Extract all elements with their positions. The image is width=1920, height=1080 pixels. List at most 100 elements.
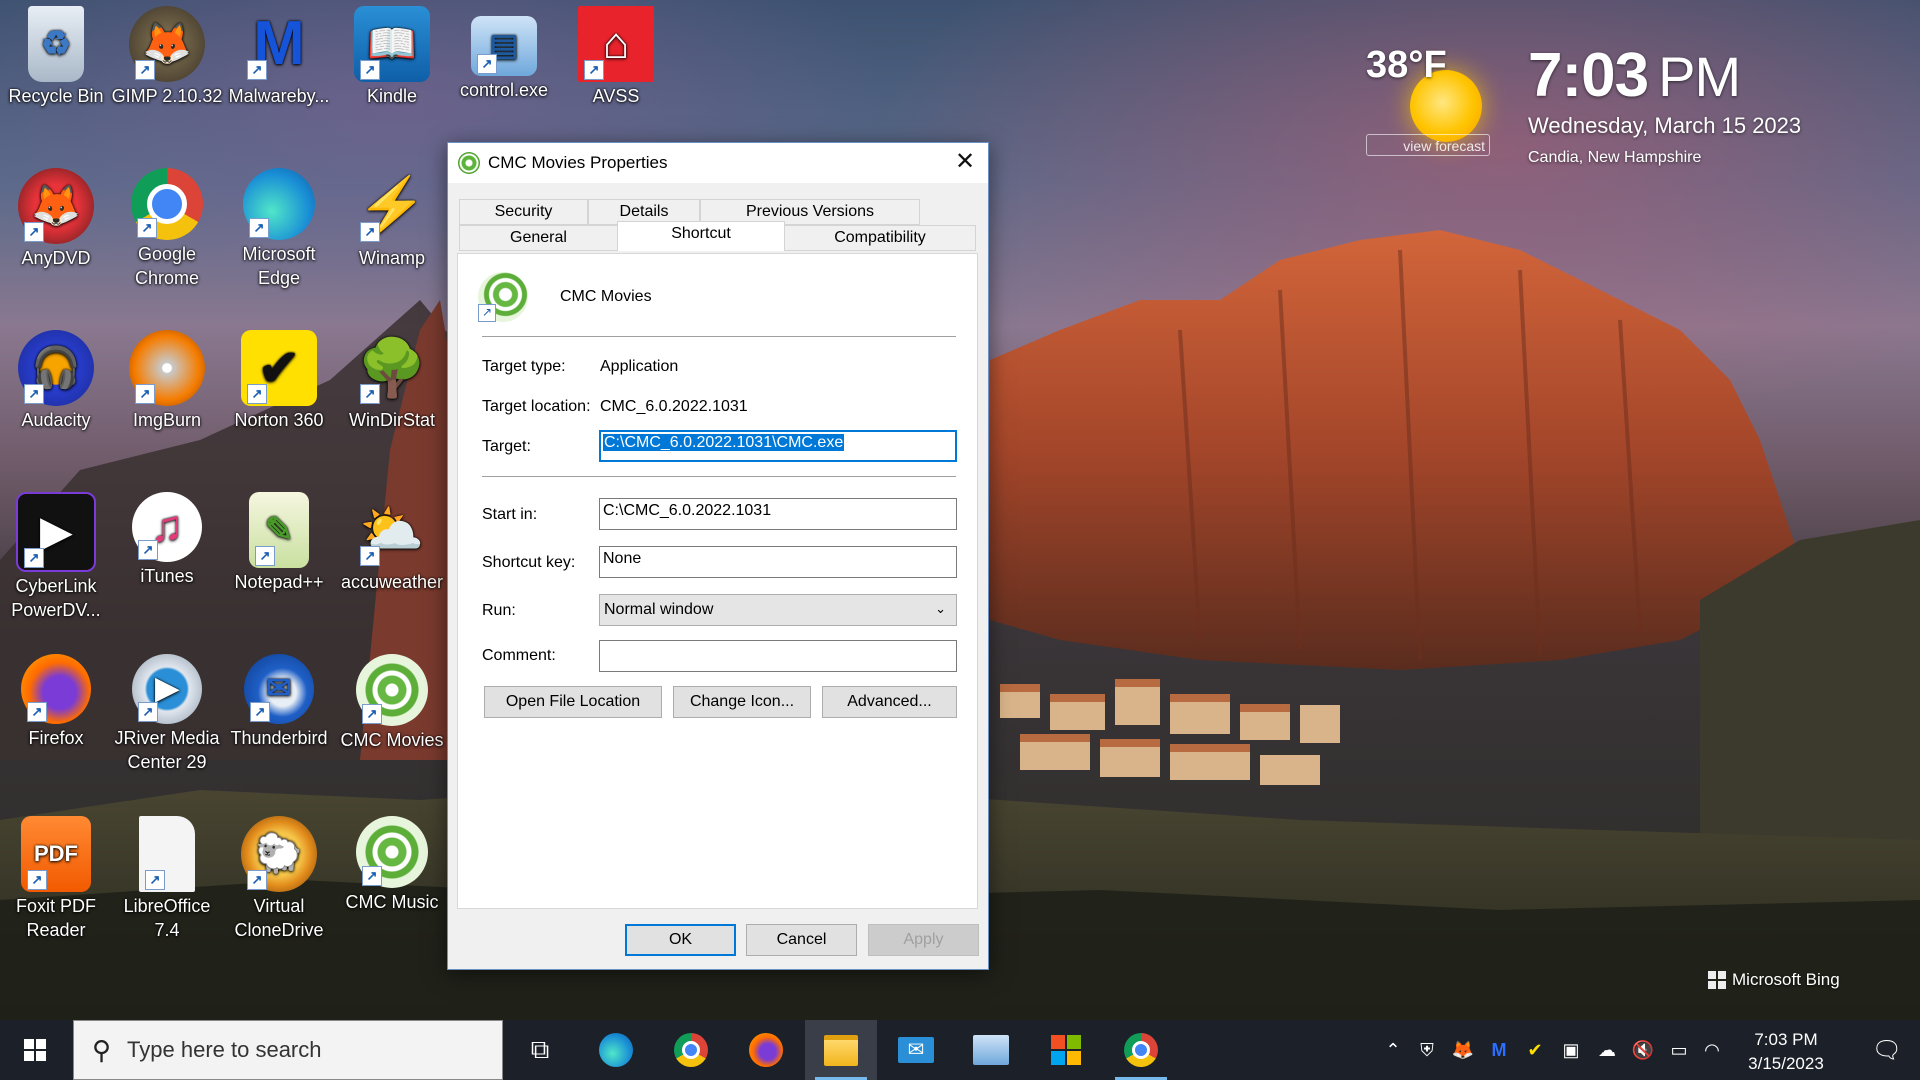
taskbar-control-panel[interactable]	[955, 1020, 1027, 1080]
run-label: Run:	[482, 602, 516, 619]
taskbar-clock[interactable]: 7:03 PM 3/15/2023	[1724, 1028, 1848, 1076]
taskbar-edge[interactable]	[580, 1020, 652, 1080]
shortcut-arrow-icon: ↗	[584, 60, 604, 80]
taskbar-file-explorer[interactable]	[805, 1020, 877, 1080]
start-button[interactable]	[0, 1020, 70, 1080]
tray-battery[interactable]: ▭	[1662, 1020, 1696, 1080]
desktop-icon-imgburn[interactable]: ↗ ImgBurn	[111, 330, 223, 432]
desktop-icon-kindle[interactable]: 📖 ↗ Kindle	[336, 6, 448, 108]
apply-button[interactable]: Apply	[868, 924, 979, 956]
weather-widget[interactable]: 38°F view forecast	[1360, 40, 1510, 160]
shortcut-arrow-icon: ↗	[247, 384, 267, 404]
ok-button[interactable]: OK	[625, 924, 736, 956]
bing-watermark-text: Microsoft Bing	[1732, 970, 1840, 989]
taskbar-task-view[interactable]: ⧉	[504, 1020, 576, 1080]
control-panel-icon	[973, 1035, 1009, 1065]
desktop-icon-norton-360[interactable]: ✔ ↗ Norton 360	[223, 330, 335, 432]
view-forecast-button[interactable]: view forecast	[1366, 134, 1490, 156]
desktop-icon-accuweather[interactable]: ⛅ ↗ accuweather	[336, 492, 448, 594]
chevron-down-icon: ⌄	[935, 601, 946, 616]
shortcut-key-field[interactable]: None	[599, 546, 957, 578]
close-button[interactable]: ✕	[942, 143, 988, 183]
show-hidden-icons-button[interactable]: ⌃	[1378, 1020, 1408, 1080]
search-icon: ⚲	[92, 1034, 112, 1065]
target-field-selection: C:\CMC_6.0.2022.1031\CMC.exe	[603, 434, 845, 451]
desktop-icon-anydvd[interactable]: 🦊 ↗ AnyDVD	[0, 168, 112, 270]
desktop-icon-gimp[interactable]: 🦊 ↗ GIMP 2.10.32	[111, 6, 223, 108]
shortcut-tab-panel: ↗ CMC Movies Target type: Application Ta…	[457, 253, 978, 909]
target-field[interactable]: C:\CMC_6.0.2022.1031\CMC.exe	[599, 430, 957, 462]
desktop-icon-control-exe[interactable]: ▤ ↗ control.exe	[448, 6, 560, 102]
task-view-icon: ⧉	[530, 1034, 550, 1064]
tab-general[interactable]: General	[459, 225, 618, 251]
clock-time: 7:03 PM	[1528, 40, 1801, 111]
open-file-location-button[interactable]: Open File Location	[484, 686, 662, 718]
clock-time-value: 7:03	[1528, 41, 1649, 110]
tray-volume[interactable]: 🔇	[1626, 1020, 1660, 1080]
desktop-icon-google-chrome[interactable]: ↗ Google Chrome	[111, 168, 223, 290]
desktop-icon-foxit-pdf-reader[interactable]: PDF ↗ Foxit PDF Reader	[0, 816, 112, 942]
taskbar-firefox[interactable]	[730, 1020, 802, 1080]
desktop-icon-itunes[interactable]: ♫ ↗ iTunes	[111, 492, 223, 588]
file-explorer-icon	[824, 1034, 858, 1066]
action-center-button[interactable]: 🗨	[1854, 1020, 1920, 1080]
taskbar-time: 7:03 PM	[1754, 1030, 1818, 1049]
run-dropdown[interactable]: Normal window ⌄	[599, 594, 957, 626]
cmc-movies-icon: ↗	[478, 272, 528, 322]
desktop-icon-avss[interactable]: ⌂ ↗ AVSS	[560, 6, 672, 108]
weather-temperature: 38°F	[1366, 44, 1447, 86]
shortcut-arrow-icon: ↗	[135, 60, 155, 80]
desktop-icon-cyberlink-powerdvd[interactable]: ▶ ↗ CyberLink PowerDV...	[0, 492, 112, 622]
shortcut-arrow-icon: ↗	[27, 702, 47, 722]
tray-anydvd[interactable]: 🦊	[1446, 1020, 1480, 1080]
shortcut-arrow-icon: ↗	[360, 546, 380, 566]
taskbar-chrome-running[interactable]	[1105, 1020, 1177, 1080]
desktop-icon-malwarebytes[interactable]: M ↗ Malwareby...	[223, 6, 335, 108]
desktop-icon-notepadpp[interactable]: ✎ ↗ Notepad++	[223, 492, 335, 594]
desktop-icon-thunderbird[interactable]: ✉ ↗ Thunderbird	[223, 654, 335, 750]
tab-security[interactable]: Security	[459, 199, 588, 225]
tray-malwarebytes[interactable]: M	[1482, 1020, 1516, 1080]
desktop-icon-recycle-bin[interactable]: ♻ Recycle Bin	[0, 6, 112, 108]
clonedrive-icon: 🐑 ↗	[241, 816, 317, 892]
desktop-icon-firefox[interactable]: ↗ Firefox	[0, 654, 112, 750]
desktop-icon-microsoft-edge[interactable]: ↗ Microsoft Edge	[223, 168, 335, 290]
desktop-icon-cmc-music[interactable]: ↗ CMC Music	[336, 816, 448, 914]
tray-norton[interactable]: ✔	[1518, 1020, 1552, 1080]
cancel-button[interactable]: Cancel	[746, 924, 857, 956]
tray-onedrive[interactable]: ☁	[1590, 1020, 1624, 1080]
taskbar-mail[interactable]: ✉	[880, 1020, 952, 1080]
shortcut-arrow-icon: ↗	[247, 870, 267, 890]
desktop-icon-windirstat[interactable]: 🌳 ↗ WinDirStat	[336, 330, 448, 432]
desktop-icon-audacity[interactable]: 🎧 ↗ Audacity	[0, 330, 112, 432]
desktop-icon-libreoffice[interactable]: ↗ LibreOffice 7.4	[111, 816, 223, 942]
advanced-button[interactable]: Advanced...	[822, 686, 957, 718]
norton-icon: ✔	[1527, 1039, 1543, 1060]
shortcut-arrow-icon: ↗	[362, 866, 382, 886]
dialog-titlebar[interactable]: CMC Movies Properties ✕	[448, 143, 988, 183]
tab-shortcut[interactable]: Shortcut	[617, 221, 785, 251]
edge-icon: ↗	[243, 168, 315, 240]
taskbar-store[interactable]	[1030, 1020, 1102, 1080]
cmc-movies-icon: ↗	[356, 654, 428, 726]
target-type-value: Application	[600, 358, 679, 375]
desktop-icon-virtual-clonedrive[interactable]: 🐑 ↗ Virtual CloneDrive	[223, 816, 335, 942]
taskbar-search-box[interactable]: ⚲ Type here to search	[73, 1020, 503, 1080]
divider	[482, 476, 956, 477]
wifi-icon: ◠	[1704, 1039, 1720, 1060]
desktop-icon-cmc-movies[interactable]: ↗ CMC Movies	[336, 654, 448, 752]
audacity-icon: 🎧 ↗	[18, 330, 94, 406]
control-panel-icon: ▤ ↗	[471, 16, 537, 76]
cmc-music-icon: ↗	[356, 816, 428, 888]
tray-meet-now[interactable]: ▣	[1554, 1020, 1588, 1080]
tray-security[interactable]: ⛨	[1410, 1020, 1444, 1080]
accuweather-icon: ⛅ ↗	[354, 492, 430, 568]
tray-wifi[interactable]: ◠	[1698, 1020, 1726, 1080]
start-in-field[interactable]: C:\CMC_6.0.2022.1031	[599, 498, 957, 530]
desktop-icon-jriver-media-center[interactable]: ▶ ↗ JRiver Media Center 29	[111, 654, 223, 774]
tab-compatibility[interactable]: Compatibility	[784, 225, 976, 251]
change-icon-button[interactable]: Change Icon...	[673, 686, 811, 718]
comment-field[interactable]	[599, 640, 957, 672]
taskbar-chrome[interactable]	[655, 1020, 727, 1080]
desktop-icon-winamp[interactable]: ⚡ ↗ Winamp	[336, 168, 448, 270]
